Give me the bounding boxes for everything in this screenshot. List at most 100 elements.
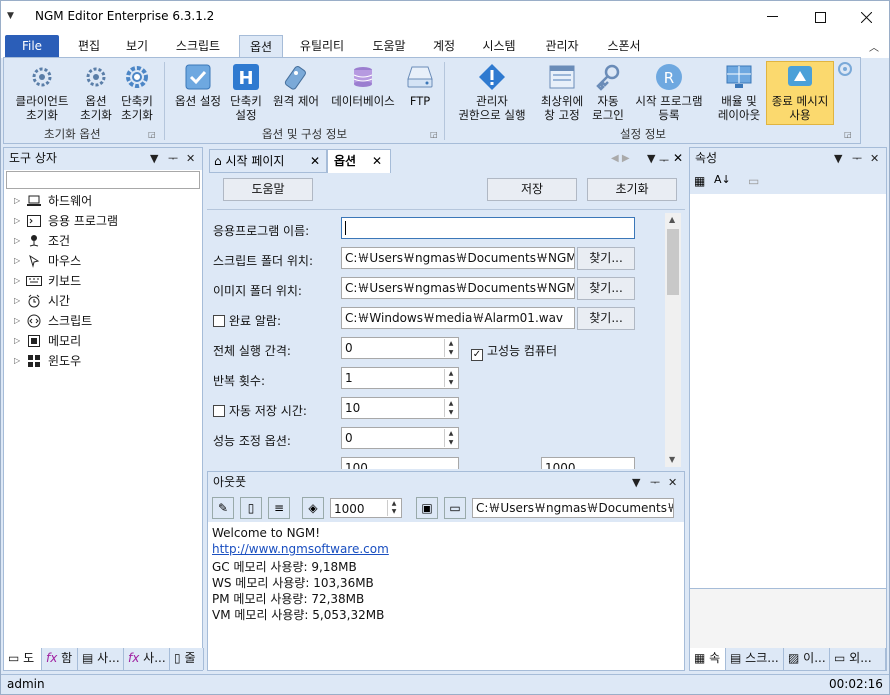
expand-arrow-icon[interactable]: ▷ bbox=[14, 351, 26, 371]
properties-tab-script[interactable]: ▤ 스크... bbox=[726, 648, 784, 670]
collapse-ribbon-icon[interactable]: ︿ bbox=[869, 39, 879, 54]
minimize-button[interactable] bbox=[749, 1, 795, 33]
pin-icon[interactable]: ᅮ bbox=[852, 148, 862, 169]
group-launcher-icon[interactable]: ◲ bbox=[844, 130, 852, 139]
menu-help[interactable]: 도움말 bbox=[365, 35, 413, 58]
toolbox-tab-user[interactable]: ▤ 사... bbox=[78, 648, 124, 670]
save-icon[interactable]: ▣ bbox=[416, 497, 438, 519]
shortcut-reset-button[interactable]: 단축키 초기화 bbox=[116, 62, 158, 122]
hiperf-checkbox[interactable]: ✓ bbox=[471, 349, 483, 361]
list-icon[interactable]: ≡ bbox=[268, 497, 290, 519]
save-button[interactable]: 저장 bbox=[487, 178, 577, 201]
perf-stepper[interactable]: 0 ▲ ▼ bbox=[341, 427, 459, 449]
clean-icon[interactable]: ✎ bbox=[212, 497, 234, 519]
tab-scroll-icons[interactable]: ◀ ▶ bbox=[611, 153, 630, 164]
menu-options[interactable]: 옵션 bbox=[239, 35, 283, 58]
properties-tab-image[interactable]: ▨ 이... bbox=[784, 648, 830, 670]
dropdown-icon[interactable]: ▼ bbox=[632, 472, 640, 493]
expand-arrow-icon[interactable]: ▷ bbox=[14, 191, 26, 211]
output-link[interactable]: http://www.ngmsoftware.com bbox=[212, 542, 389, 556]
image-folder-input[interactable]: C:￦Users￦ngmas￦Documents￦NGM6 bbox=[341, 277, 575, 299]
expand-arrow-icon[interactable]: ▷ bbox=[14, 331, 26, 351]
client-reset-button[interactable]: 클라이언트 초기화 bbox=[8, 62, 76, 122]
toolbox-tab-user-fn[interactable]: fx 사... bbox=[124, 648, 170, 670]
expand-arrow-icon[interactable]: ▷ bbox=[14, 271, 26, 291]
toolbox-search-input[interactable] bbox=[6, 171, 200, 189]
expand-arrow-icon[interactable]: ▷ bbox=[14, 231, 26, 251]
output-count-stepper[interactable]: 1000 ▲ ▼ bbox=[330, 498, 402, 518]
browse-alarm-button[interactable]: 찾기... bbox=[577, 307, 635, 330]
menu-sponsor[interactable]: 스폰서 bbox=[599, 35, 649, 58]
browse-script-folder-button[interactable]: 찾기... bbox=[577, 247, 635, 270]
expand-arrow-icon[interactable]: ▷ bbox=[14, 291, 26, 311]
spin-arrows-icon[interactable]: ▲ ▼ bbox=[444, 399, 457, 417]
menu-admin[interactable]: 관리자 bbox=[537, 35, 587, 58]
expand-arrow-icon[interactable]: ▷ bbox=[14, 251, 26, 271]
close-button[interactable] bbox=[843, 1, 889, 33]
tree-item-application[interactable]: ▷ 응용 프로그램 bbox=[14, 211, 118, 231]
menu-edit[interactable]: 편집 bbox=[71, 35, 107, 58]
tree-item-script[interactable]: ▷ 스크립트 bbox=[14, 311, 92, 331]
menu-script[interactable]: 스크립트 bbox=[167, 35, 229, 58]
open-folder-icon[interactable]: ▭ bbox=[444, 497, 466, 519]
database-button[interactable]: 데이터베이스 bbox=[326, 62, 400, 108]
scroll-down-icon[interactable]: ▼ bbox=[669, 455, 675, 464]
shortcut-settings-button[interactable]: H 단축키 설정 bbox=[226, 62, 266, 122]
properties-tab-external[interactable]: ▭ 외... bbox=[830, 648, 886, 670]
toolbox-tab-line[interactable]: ▯ 줄 bbox=[170, 648, 204, 670]
help-button[interactable]: 도움말 bbox=[223, 178, 313, 201]
expand-arrow-icon[interactable]: ▷ bbox=[14, 311, 26, 331]
pin-icon[interactable]: ᅮ bbox=[650, 472, 660, 493]
add-file-icon[interactable]: ▯ bbox=[240, 497, 262, 519]
maximize-button[interactable] bbox=[797, 1, 843, 33]
eraser-icon[interactable]: ◈ bbox=[302, 497, 324, 519]
spin-arrows-icon[interactable]: ▲ ▼ bbox=[444, 369, 457, 387]
close-icon[interactable]: ✕ bbox=[668, 472, 677, 493]
menu-view[interactable]: 보기 bbox=[119, 35, 155, 58]
tree-item-memory[interactable]: ▷ 메모리 bbox=[14, 331, 81, 351]
dropdown-icon[interactable]: ▼ bbox=[834, 148, 842, 169]
tree-item-hardware[interactable]: ▷ 하드웨어 bbox=[14, 191, 92, 211]
close-icon[interactable]: ✕ bbox=[186, 148, 195, 169]
alarm-checkbox[interactable] bbox=[213, 315, 225, 327]
menu-utility[interactable]: 유틸리티 bbox=[293, 35, 351, 58]
spin-arrows-icon[interactable]: ▲ ▼ bbox=[444, 339, 457, 357]
browse-image-folder-button[interactable]: 찾기... bbox=[577, 277, 635, 300]
dropdown-icon[interactable]: ▼ bbox=[647, 152, 655, 165]
close-tab-icon[interactable]: ✕ bbox=[372, 150, 382, 172]
option-reset-button[interactable]: 옵션 초기화 bbox=[76, 62, 116, 122]
close-icon[interactable]: ✕ bbox=[870, 148, 879, 169]
refresh-icon[interactable] bbox=[837, 61, 853, 80]
autosave-stepper[interactable]: 10 ▲ ▼ bbox=[341, 397, 459, 419]
tree-item-condition[interactable]: ▷ 조건 bbox=[14, 231, 70, 251]
spin-arrows-icon[interactable]: ▲ ▼ bbox=[387, 500, 400, 516]
toolbox-tab-function[interactable]: fx 함 bbox=[42, 648, 78, 670]
expand-arrow-icon[interactable]: ▷ bbox=[14, 211, 26, 231]
form-scrollbar[interactable]: ▲ ▼ bbox=[665, 213, 681, 467]
menu-account[interactable]: 계정 bbox=[425, 35, 463, 58]
group-launcher-icon[interactable]: ◲ bbox=[148, 130, 156, 139]
auto-login-button[interactable]: 자동 로그인 bbox=[590, 62, 626, 122]
scroll-up-icon[interactable]: ▲ bbox=[669, 215, 675, 224]
properties-tab-props[interactable]: ▦ 속 bbox=[690, 648, 726, 670]
repeat-stepper[interactable]: 1 ▲ ▼ bbox=[341, 367, 459, 389]
autosave-checkbox[interactable] bbox=[213, 405, 225, 417]
script-folder-input[interactable]: C:￦Users￦ngmas￦Documents￦NGM6 bbox=[341, 247, 575, 269]
exit-message-button[interactable]: 종료 메시지 사용 bbox=[766, 61, 834, 125]
alarm-file-input[interactable]: C:￦Windows￦media￦Alarm01.wav bbox=[341, 307, 575, 329]
remote-control-button[interactable]: 원격 제어 bbox=[268, 62, 324, 108]
reset-button[interactable]: 초기화 bbox=[587, 178, 677, 201]
close-icon[interactable]: ✕ bbox=[673, 151, 683, 165]
close-tab-icon[interactable]: ✕ bbox=[310, 150, 320, 172]
spin-arrows-icon[interactable]: ▲ ▼ bbox=[444, 429, 457, 447]
categorized-icon[interactable]: ▦ bbox=[694, 174, 705, 188]
partial-stepper-a[interactable]: 100 bbox=[341, 457, 459, 469]
scrollbar-thumb[interactable] bbox=[667, 229, 679, 295]
system-menu-icon[interactable]: ▼ bbox=[7, 11, 14, 21]
sort-az-icon[interactable]: A↓ bbox=[714, 173, 731, 186]
property-pages-icon[interactable]: ▭ bbox=[748, 174, 759, 188]
pin-icon[interactable]: ᅮ bbox=[168, 148, 178, 169]
tree-item-window[interactable]: ▷ 윈도우 bbox=[14, 351, 81, 371]
pin-icon[interactable]: ᅮ bbox=[659, 152, 669, 168]
ftp-button[interactable]: FTP bbox=[402, 62, 438, 108]
